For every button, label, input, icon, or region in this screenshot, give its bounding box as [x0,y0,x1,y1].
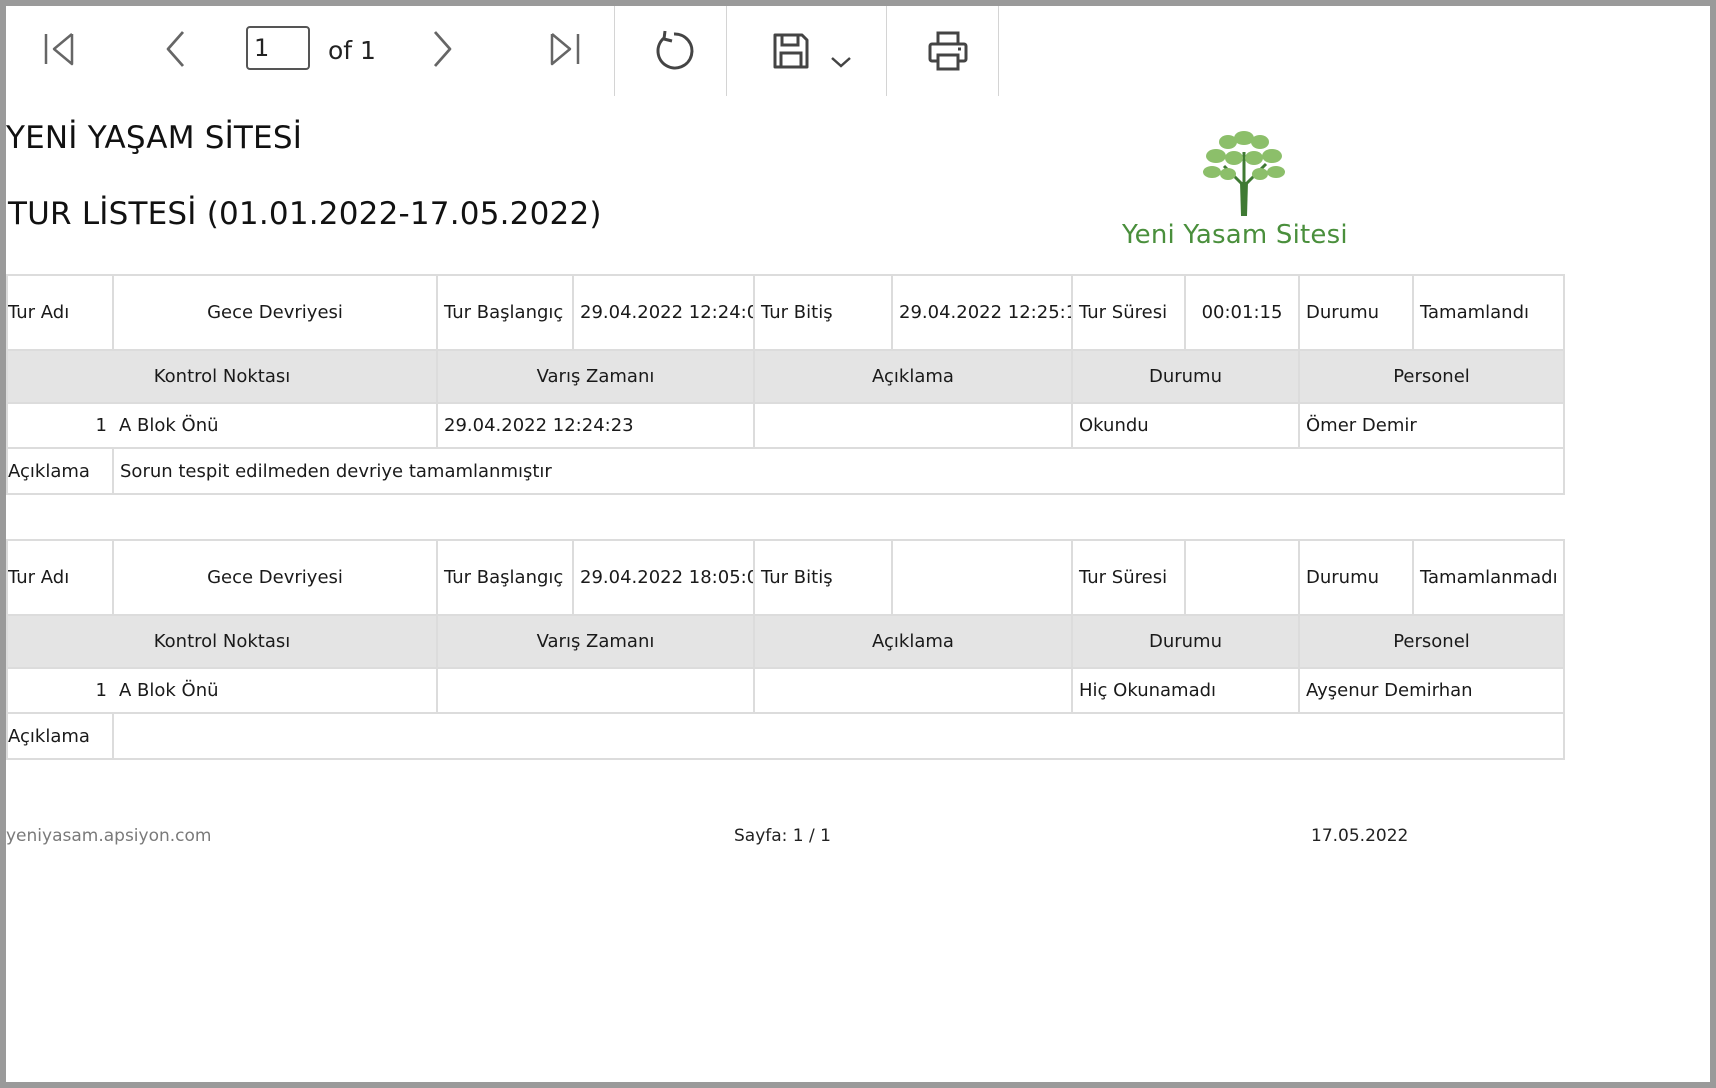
tour-duration [1184,539,1300,616]
tour-end-label: Tur Bitiş [753,539,893,616]
tour-name-label: Tur Adı [6,539,114,616]
column-header: Varış Zamanı [436,614,755,669]
table-row: 1 A Blok Önü Hiç Okunamadı Ayşenur Demir… [6,667,1565,714]
tour-status: Tamamlandı [1412,274,1565,351]
logo-text: Yeni Yasam Sitesi [1122,220,1348,250]
row-number: 1 [6,402,113,449]
tour-start-label: Tur Başlangıç [436,274,574,351]
tour-name: Gece Devriyesi [112,274,438,351]
prev-page-icon [163,29,189,73]
row-staff: Ömer Demir [1298,402,1565,449]
column-header-row: Kontrol Noktası Varış Zamanı Açıklama Du… [6,614,1565,669]
report-viewer: of 1 [6,6,1710,1082]
checkpoint-name: A Blok Önü [113,667,438,714]
table-row: 1 A Blok Önü 29.04.2022 12:24:23 Okundu … [6,402,1565,449]
prev-page-button[interactable] [154,28,198,74]
save-format-dropdown[interactable] [824,48,858,78]
tour-end: 29.04.2022 12:25:17 [891,274,1073,351]
tour-status-label: Durumu [1298,274,1414,351]
tour-status-label: Durumu [1298,539,1414,616]
refresh-button[interactable] [646,28,702,78]
tour-start: 29.04.2022 12:24:01 [572,274,755,351]
page-number-input[interactable] [246,26,310,70]
next-page-button[interactable] [420,28,464,74]
arrival-time: 29.04.2022 12:24:23 [436,402,755,449]
footer-site-url: yeniyasam.apsiyon.com [6,826,212,846]
first-page-button[interactable] [34,28,84,74]
tour-table: Tur Adı Gece Devriyesi Tur Başlangıç 29.… [6,274,1565,495]
refresh-icon [652,29,696,77]
column-header: Varış Zamanı [436,349,755,404]
toolbar-divider [614,6,615,96]
tour-end-label: Tur Bitiş [753,274,893,351]
print-icon [927,30,969,76]
save-button[interactable] [768,30,814,76]
tour-start-label: Tur Başlangıç [436,539,574,616]
description-row: Açıklama [6,712,1565,760]
tour-end [891,539,1073,616]
report-subtitle: TUR LİSTESİ (01.01.2022-17.05.2022) [8,196,602,232]
tour-start: 29.04.2022 18:05:09 [572,539,755,616]
column-header: Personel [1298,614,1565,669]
toolbar-divider [886,6,887,96]
tour-name: Gece Devriyesi [112,539,438,616]
row-status: Hiç Okunamadı [1071,667,1300,714]
footer-date: 17.05.2022 [1311,826,1409,846]
tour-table: Tur Adı Gece Devriyesi Tur Başlangıç 29.… [6,539,1565,760]
tour-duration-label: Tur Süresi [1071,539,1186,616]
checkpoint-name: A Blok Önü [113,402,438,449]
page-count-label: of 1 [328,36,376,65]
row-staff: Ayşenur Demirhan [1298,667,1565,714]
row-note [753,667,1073,714]
description-label: Açıklama [6,447,114,495]
row-number: 1 [6,667,113,714]
tour-name-label: Tur Adı [6,274,114,351]
last-page-icon [548,31,582,71]
tour-header-row: Tur Adı Gece Devriyesi Tur Başlangıç 29.… [6,539,1565,616]
first-page-icon [42,31,76,71]
tour-duration: 00:01:15 [1184,274,1300,351]
tour-duration-label: Tur Süresi [1071,274,1186,351]
report-title: YENİ YAŞAM SİTESİ [6,120,303,156]
column-header: Kontrol Noktası [6,349,438,404]
description-row: Açıklama Sorun tespit edilmeden devriye … [6,447,1565,495]
column-header: Durumu [1071,349,1300,404]
description-label: Açıklama [6,712,114,760]
description-text: Sorun tespit edilmeden devriye tamamlanm… [112,447,1565,495]
chevron-down-icon [829,54,853,73]
column-header: Açıklama [753,349,1073,404]
next-page-icon [429,29,455,73]
column-header-row: Kontrol Noktası Varış Zamanı Açıklama Du… [6,349,1565,404]
description-text [112,712,1565,760]
toolbar-divider [998,6,999,96]
save-icon [772,32,810,74]
print-button[interactable] [922,28,974,78]
viewer-toolbar: of 1 [6,6,1710,96]
footer-page-number: Sayfa: 1 / 1 [734,826,831,846]
row-note [753,402,1073,449]
arrival-time [436,667,755,714]
tour-header-row: Tur Adı Gece Devriyesi Tur Başlangıç 29.… [6,274,1565,351]
last-page-button[interactable] [540,28,590,74]
column-header: Açıklama [753,614,1073,669]
column-header: Kontrol Noktası [6,614,438,669]
toolbar-divider [726,6,727,96]
tour-status: Tamamlanmadı [1412,539,1565,616]
row-status: Okundu [1071,402,1300,449]
column-header: Durumu [1071,614,1300,669]
column-header: Personel [1298,349,1565,404]
